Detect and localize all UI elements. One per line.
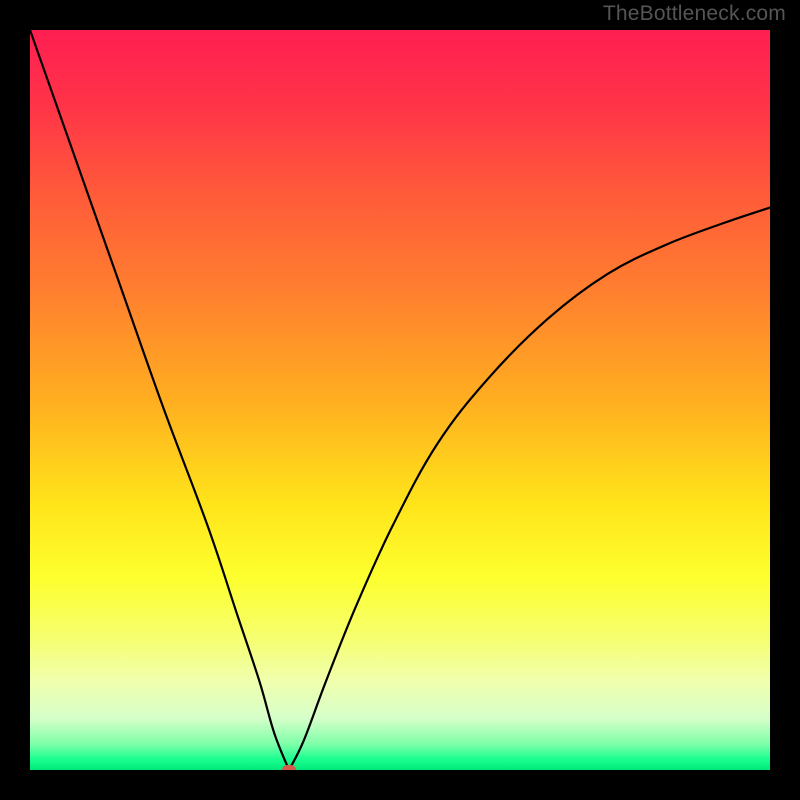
chart-plot-area: [30, 30, 770, 770]
watermark-text: TheBottleneck.com: [603, 2, 786, 26]
chart-background: [30, 30, 770, 770]
chart-svg: [30, 30, 770, 770]
